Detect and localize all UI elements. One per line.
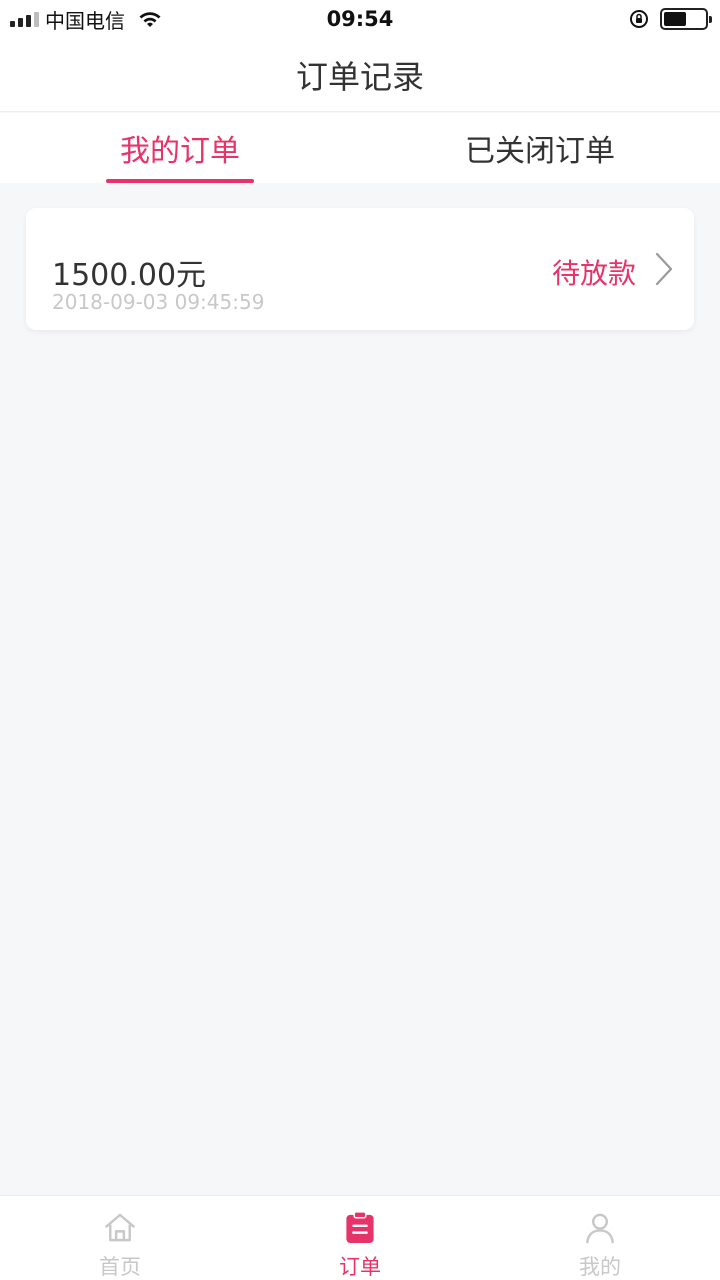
status-right: [628, 0, 712, 38]
tab-closed-orders[interactable]: 已关闭订单: [360, 113, 720, 183]
user-icon: [586, 1213, 614, 1244]
chevron-right-icon: [655, 252, 673, 286]
tab-label: 我的订单: [120, 134, 240, 169]
tabbar-item-mine[interactable]: 我的: [480, 1196, 720, 1280]
battery-fill: [664, 12, 686, 26]
status-bar: 中国电信 09:54: [0, 0, 720, 38]
home-icon: [105, 1213, 135, 1242]
tab-my-orders[interactable]: 我的订单: [0, 113, 360, 183]
order-time: 2018-09-03 09:45:59: [52, 290, 265, 314]
bottom-tab-bar: 首页 订单 我的: [0, 1195, 720, 1280]
tabbar-item-orders[interactable]: 订单: [240, 1196, 480, 1280]
tab-label: 已关闭订单: [465, 134, 615, 169]
tabbar-label: 订单: [339, 1255, 381, 1279]
order-amount: 1500.00元: [52, 258, 207, 293]
rotation-lock-icon: [630, 10, 648, 28]
tabbar-label: 首页: [99, 1255, 141, 1279]
tab-active-indicator: [106, 179, 254, 183]
page-title: 订单记录: [295, 57, 424, 96]
battery-icon: [660, 8, 712, 30]
tabbar-item-home[interactable]: 首页: [0, 1196, 240, 1280]
order-card[interactable]: 1500.00元 2018-09-03 09:45:59 待放款: [26, 208, 694, 330]
tabbar-label: 我的: [579, 1255, 621, 1279]
status-time: 09:54: [326, 7, 394, 31]
order-tabs: 我的订单 已关闭订单: [0, 113, 720, 183]
order-status: 待放款: [551, 257, 636, 290]
nav-bar: 订单记录: [0, 38, 720, 112]
order-icon: [346, 1211, 374, 1244]
